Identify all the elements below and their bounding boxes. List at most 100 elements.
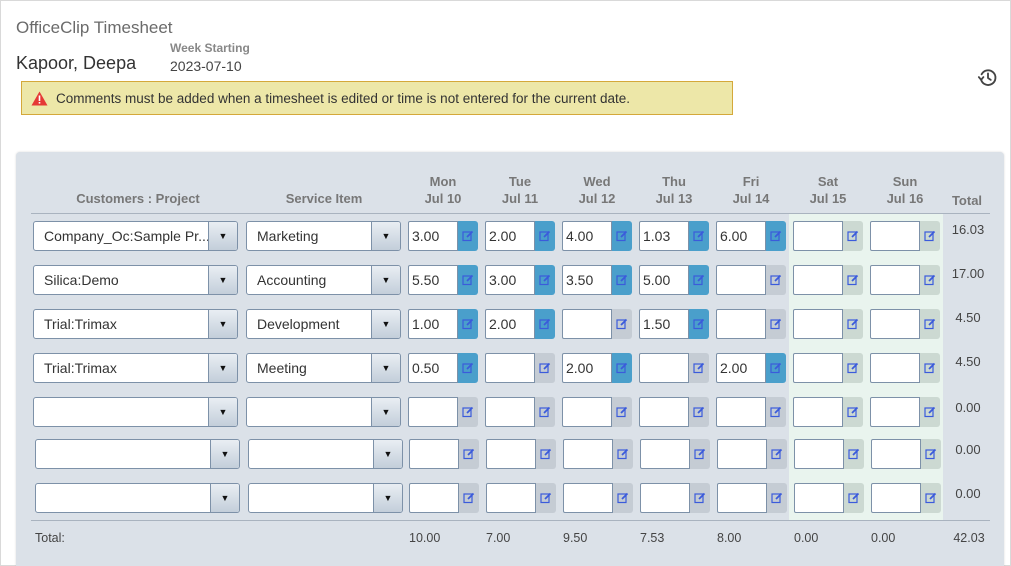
edit-comment-button[interactable] [921, 483, 941, 513]
hours-input[interactable] [870, 309, 920, 339]
edit-comment-button[interactable] [843, 353, 863, 383]
hours-input[interactable] [870, 397, 920, 427]
edit-comment-button[interactable] [535, 309, 555, 339]
hours-input[interactable] [408, 309, 458, 339]
edit-comment-button[interactable] [535, 397, 555, 427]
edit-comment-button[interactable] [766, 309, 786, 339]
edit-comment-button[interactable] [536, 483, 556, 513]
edit-comment-button[interactable] [458, 221, 478, 251]
chevron-down-icon[interactable]: ▼ [373, 484, 402, 512]
hours-input[interactable] [793, 397, 843, 427]
service-item-select[interactable]: Accounting ▼ [246, 265, 401, 295]
hours-input[interactable] [716, 397, 766, 427]
edit-comment-button[interactable] [767, 439, 787, 469]
hours-input[interactable] [562, 397, 612, 427]
edit-comment-button[interactable] [766, 397, 786, 427]
edit-comment-button[interactable] [920, 309, 940, 339]
hours-input[interactable] [408, 353, 458, 383]
edit-comment-button[interactable] [920, 221, 940, 251]
edit-comment-button[interactable] [535, 353, 555, 383]
edit-comment-button[interactable] [459, 439, 479, 469]
edit-comment-button[interactable] [536, 439, 556, 469]
project-select[interactable]: ▼ [35, 439, 240, 469]
hours-input[interactable] [639, 397, 689, 427]
hours-input[interactable] [563, 483, 613, 513]
hours-input[interactable] [716, 265, 766, 295]
edit-comment-button[interactable] [458, 397, 478, 427]
chevron-down-icon[interactable]: ▼ [208, 310, 237, 338]
hours-input[interactable] [870, 221, 920, 251]
hours-input[interactable] [485, 221, 535, 251]
hours-input[interactable] [639, 221, 689, 251]
edit-comment-button[interactable] [844, 439, 864, 469]
hours-input[interactable] [793, 309, 843, 339]
hours-input[interactable] [562, 265, 612, 295]
hours-input[interactable] [408, 221, 458, 251]
edit-comment-button[interactable] [766, 221, 786, 251]
edit-comment-button[interactable] [612, 397, 632, 427]
service-item-select[interactable]: ▼ [248, 439, 403, 469]
edit-comment-button[interactable] [843, 397, 863, 427]
hours-input[interactable] [639, 353, 689, 383]
hours-input[interactable] [485, 309, 535, 339]
hours-input[interactable] [640, 439, 690, 469]
edit-comment-button[interactable] [843, 221, 863, 251]
edit-comment-button[interactable] [920, 353, 940, 383]
hours-input[interactable] [408, 265, 458, 295]
hours-input[interactable] [486, 439, 536, 469]
edit-comment-button[interactable] [458, 353, 478, 383]
service-item-select[interactable]: Meeting ▼ [246, 353, 401, 383]
edit-comment-button[interactable] [920, 397, 940, 427]
hours-input[interactable] [639, 309, 689, 339]
project-select[interactable]: Trial:Trimax ▼ [33, 309, 238, 339]
project-select[interactable]: ▼ [35, 483, 240, 513]
hours-input[interactable] [716, 309, 766, 339]
service-item-select[interactable]: Marketing ▼ [246, 221, 401, 251]
chevron-down-icon[interactable]: ▼ [371, 222, 400, 250]
edit-comment-button[interactable] [612, 353, 632, 383]
edit-comment-button[interactable] [458, 309, 478, 339]
chevron-down-icon[interactable]: ▼ [371, 310, 400, 338]
edit-comment-button[interactable] [459, 483, 479, 513]
edit-comment-button[interactable] [613, 483, 633, 513]
service-item-select[interactable]: Development ▼ [246, 309, 401, 339]
edit-comment-button[interactable] [535, 265, 555, 295]
hours-input[interactable] [486, 483, 536, 513]
edit-comment-button[interactable] [844, 483, 864, 513]
edit-comment-button[interactable] [689, 353, 709, 383]
project-select[interactable]: Company_Oc:Sample Pr... ▼ [33, 221, 238, 251]
edit-comment-button[interactable] [689, 309, 709, 339]
hours-input[interactable] [870, 353, 920, 383]
edit-comment-button[interactable] [843, 309, 863, 339]
edit-comment-button[interactable] [612, 265, 632, 295]
hours-input[interactable] [563, 439, 613, 469]
edit-comment-button[interactable] [843, 265, 863, 295]
hours-input[interactable] [793, 221, 843, 251]
edit-comment-button[interactable] [766, 265, 786, 295]
hours-input[interactable] [794, 439, 844, 469]
hours-input[interactable] [409, 439, 459, 469]
hours-input[interactable] [562, 309, 612, 339]
hours-input[interactable] [871, 439, 921, 469]
chevron-down-icon[interactable]: ▼ [210, 440, 239, 468]
service-item-select[interactable]: ▼ [248, 483, 403, 513]
hours-input[interactable] [716, 353, 766, 383]
hours-input[interactable] [640, 483, 690, 513]
hours-input[interactable] [870, 265, 920, 295]
hours-input[interactable] [408, 397, 458, 427]
project-select[interactable]: Trial:Trimax ▼ [33, 353, 238, 383]
service-item-select[interactable]: ▼ [246, 397, 401, 427]
edit-comment-button[interactable] [689, 397, 709, 427]
hours-input[interactable] [793, 353, 843, 383]
edit-comment-button[interactable] [920, 265, 940, 295]
hours-input[interactable] [716, 221, 766, 251]
hours-input[interactable] [485, 353, 535, 383]
chevron-down-icon[interactable]: ▼ [208, 354, 237, 382]
project-select[interactable]: ▼ [33, 397, 238, 427]
edit-comment-button[interactable] [458, 265, 478, 295]
chevron-down-icon[interactable]: ▼ [208, 398, 237, 426]
hours-input[interactable] [409, 483, 459, 513]
edit-comment-button[interactable] [690, 483, 710, 513]
hours-input[interactable] [717, 483, 767, 513]
hours-input[interactable] [717, 439, 767, 469]
